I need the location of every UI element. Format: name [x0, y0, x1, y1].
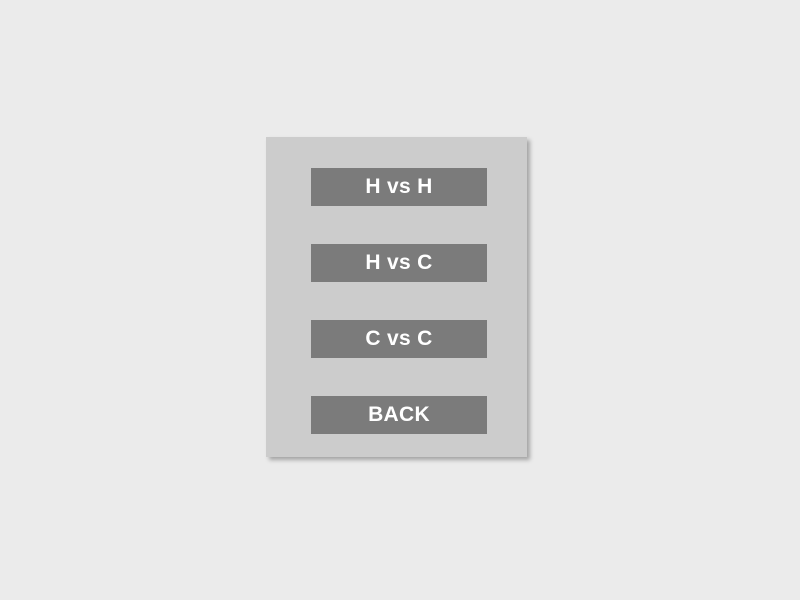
human-vs-human-button[interactable]: H vs H — [311, 168, 487, 206]
computer-vs-computer-button[interactable]: C vs C — [311, 320, 487, 358]
mode-select-panel: H vs H H vs C C vs C BACK — [266, 137, 527, 457]
game-menu-screen: H vs H H vs C C vs C BACK — [0, 0, 800, 600]
back-button[interactable]: BACK — [311, 396, 487, 434]
human-vs-computer-button[interactable]: H vs C — [311, 244, 487, 282]
